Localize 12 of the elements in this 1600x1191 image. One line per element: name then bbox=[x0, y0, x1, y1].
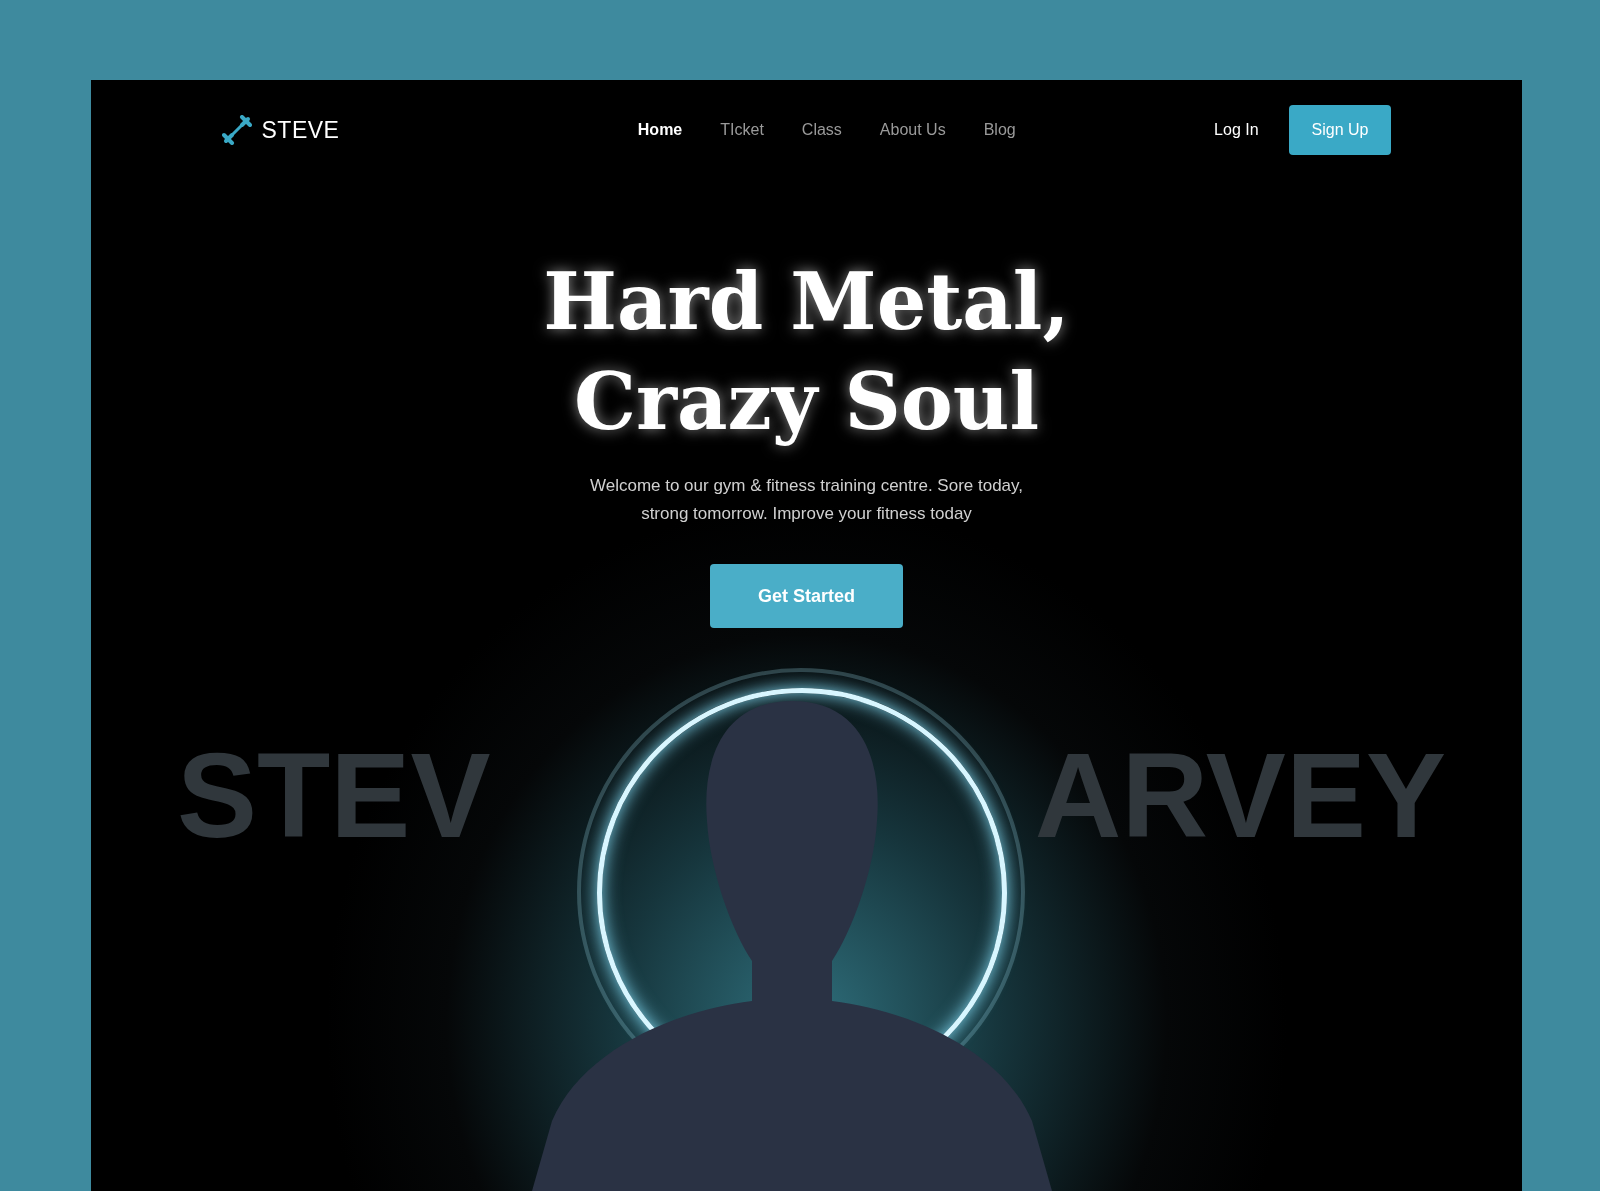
nav-link[interactable]: Class bbox=[801, 121, 842, 139]
nav-link[interactable]: Blog bbox=[983, 121, 1016, 139]
brand-name: STEVE bbox=[261, 116, 340, 144]
hero-title: Hard Metal, Crazy Soul bbox=[543, 255, 1070, 449]
nav-link[interactable]: TIcket bbox=[720, 121, 764, 139]
backdrop-text: ARVEY bbox=[1033, 727, 1447, 864]
login-link[interactable]: Log In bbox=[1214, 121, 1259, 139]
backdrop-text: STEV bbox=[176, 727, 492, 864]
hero-subtitle: Welcome to our gym & fitness training centre. Sore today, strong tomorrow. Improve your fitness today bbox=[589, 475, 1024, 525]
nav-link[interactable]: About Us bbox=[879, 121, 946, 139]
dumbbell-icon bbox=[221, 115, 252, 145]
nav-link[interactable]: Home bbox=[637, 121, 683, 139]
